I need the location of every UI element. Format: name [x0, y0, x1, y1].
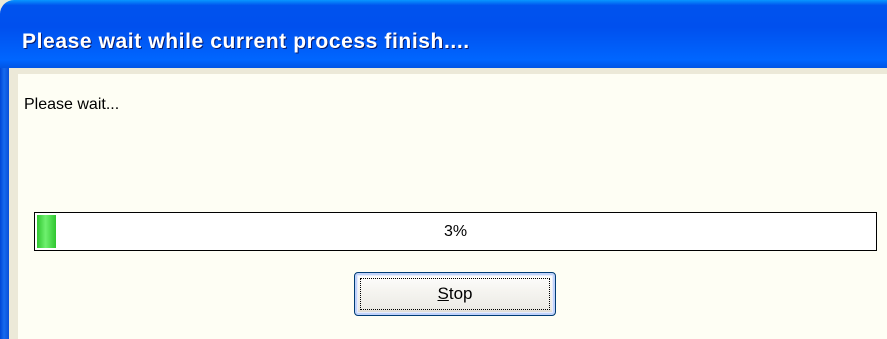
- progress-bar: 3%: [34, 212, 877, 251]
- stop-button[interactable]: Stop: [354, 272, 556, 316]
- stop-button-mnemonic: S: [437, 284, 449, 303]
- title-bar[interactable]: Please wait while current process finish…: [0, 0, 887, 68]
- window-frame-left: [0, 68, 9, 339]
- progress-percent-label: 3%: [443, 223, 468, 240]
- status-message: Please wait...: [24, 96, 120, 113]
- stop-button-label-rest: top: [448, 284, 473, 303]
- stop-button-label: Stop: [438, 284, 473, 303]
- window-title: Please wait while current process finish…: [22, 30, 470, 53]
- progress-dialog-window: Please wait while current process finish…: [0, 0, 887, 339]
